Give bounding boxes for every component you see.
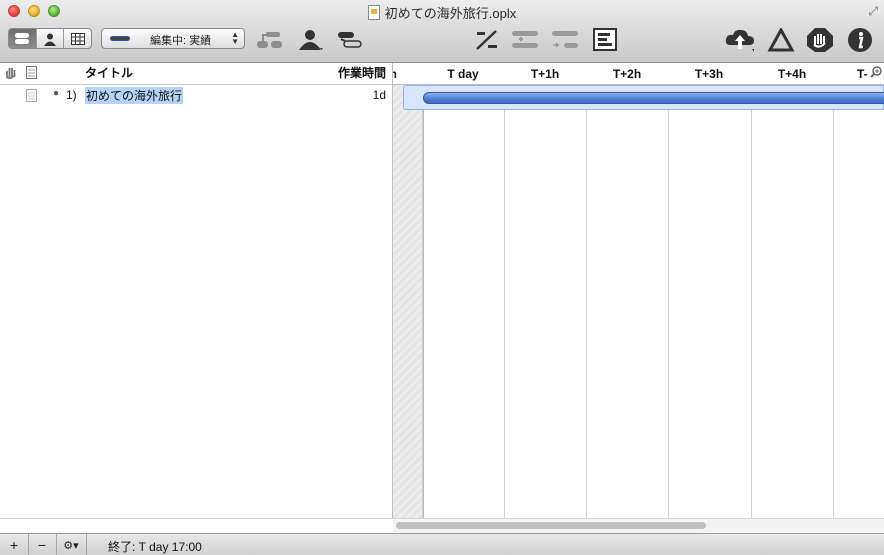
delta-icon	[767, 28, 795, 52]
cloud-upload-icon	[725, 29, 754, 52]
outline-scroll-area	[0, 518, 393, 533]
window-title-text: 初めての海外旅行.oplx	[384, 6, 517, 21]
toolbar: 初めての海外旅行.oplx ⤢ 編集中: 実績 ▲ ▼	[0, 0, 884, 63]
gantt-gridline	[504, 63, 505, 518]
gear-icon: ⚙▾	[63, 539, 79, 552]
note-icon[interactable]	[26, 89, 37, 105]
project-end-status: 終了: T day 17:00	[108, 540, 202, 554]
track-changes-button[interactable]	[766, 26, 796, 54]
gantt-column-label: T day	[447, 67, 479, 81]
action-menu-button[interactable]: ⚙▾	[56, 534, 87, 555]
resource-view-button[interactable]	[37, 29, 65, 48]
publish-button[interactable]	[724, 26, 754, 54]
gantt-column-label: T+4h	[777, 67, 807, 81]
gantt-chart-pane: n T day T+1h T+2h T+3h T+4h T-	[393, 63, 884, 518]
task-view-icon	[15, 33, 30, 38]
add-task-button[interactable]: +	[0, 534, 29, 555]
violations-button[interactable]	[805, 26, 835, 54]
task-style-button[interactable]	[335, 26, 365, 54]
report-icon	[593, 28, 617, 51]
info-icon	[848, 28, 872, 52]
resource-icon	[44, 33, 56, 46]
scrollbar-thumb[interactable]	[396, 522, 706, 529]
calendar-view-button[interactable]	[64, 29, 91, 48]
gantt-horizontal-scrollbar[interactable]	[393, 518, 884, 533]
omniplan-window: 初めての海外旅行.oplx ⤢ 編集中: 実績 ▲ ▼ タイトル 作業時間 ● …	[0, 0, 884, 555]
split-task-button[interactable]	[510, 26, 540, 54]
view-mode-segmented-control	[8, 28, 92, 49]
minus-icon: −	[37, 537, 47, 553]
gantt-gridline	[833, 63, 834, 518]
gantt-column-label: T+2h	[612, 67, 642, 81]
task-row[interactable]: ● 1) 初めての海外旅行 1d	[0, 85, 392, 105]
task-gantt-bar[interactable]	[423, 92, 884, 104]
popup-arrows-icon: ▲ ▼	[231, 30, 239, 46]
row-bullet-icon: ●	[53, 88, 60, 99]
task-number: 1)	[66, 88, 77, 102]
assign-resource-button[interactable]	[296, 26, 326, 54]
percent-icon	[476, 30, 497, 50]
level-resources-button[interactable]	[550, 26, 580, 54]
leveling-icon	[552, 31, 578, 48]
gantt-column-label: T+1h	[530, 67, 560, 81]
style-swatch-icon	[110, 36, 130, 41]
gantt-gridline	[586, 63, 587, 518]
task-effort[interactable]: 1d	[373, 88, 386, 102]
window-title: 初めての海外旅行.oplx	[0, 3, 884, 22]
gantt-timeline-header: n T day T+1h T+2h T+3h T+4h T-	[393, 63, 884, 85]
split-icon	[512, 31, 538, 48]
task-bar-icon	[338, 32, 362, 48]
calendar-icon	[70, 32, 85, 45]
person-icon	[299, 30, 323, 50]
outline-header: タイトル 作業時間	[0, 63, 392, 85]
stop-hand-icon	[807, 28, 833, 52]
hand-column-icon[interactable]	[4, 66, 17, 82]
remove-task-button[interactable]: −	[28, 534, 57, 555]
task-title[interactable]: 初めての海外旅行	[85, 87, 184, 104]
gantt-gridline	[668, 63, 669, 518]
gantt-gridline	[422, 63, 423, 518]
status-bar: + − ⚙▾ 終了: T day 17:00	[0, 533, 884, 555]
gantt-partial-label: n	[393, 67, 397, 81]
document-icon	[367, 5, 380, 20]
inspector-button[interactable]	[845, 26, 875, 54]
task-view-button[interactable]	[9, 29, 37, 48]
fullscreen-icon[interactable]: ⤢	[868, 4, 878, 19]
gantt-gridline	[751, 63, 752, 518]
zoom-icon[interactable]	[870, 66, 882, 81]
style-popup-button[interactable]: 編集中: 実績 ▲ ▼	[101, 28, 245, 49]
task-outline-pane: タイトル 作業時間 ● 1) 初めての海外旅行 1d	[0, 63, 393, 518]
add-dependency-button[interactable]	[255, 26, 285, 54]
plus-icon: +	[9, 537, 19, 553]
gantt-column-label: T+3h	[694, 67, 724, 81]
dependency-icon	[257, 32, 282, 48]
effort-column-header[interactable]: 作業時間	[338, 64, 386, 81]
note-column-icon[interactable]	[26, 66, 37, 82]
style-popup-value: 編集中: 実績	[150, 35, 212, 47]
percent-complete-button[interactable]	[472, 26, 502, 54]
title-column-header[interactable]: タイトル	[85, 64, 133, 81]
reports-button[interactable]	[591, 26, 621, 54]
non-working-time-shading	[393, 84, 424, 518]
